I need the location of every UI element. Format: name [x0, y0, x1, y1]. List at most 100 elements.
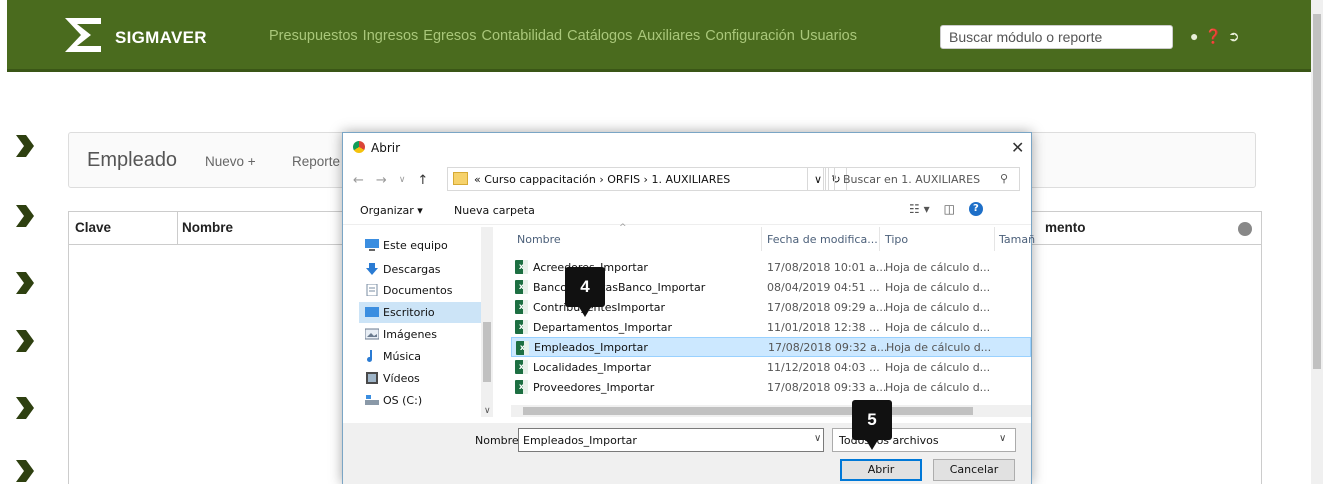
- organize-button[interactable]: Organizar ▾: [360, 204, 423, 217]
- report-button[interactable]: Reporte: [292, 154, 340, 169]
- app-logo-text[interactable]: SIGMAVER: [115, 28, 207, 48]
- module-search-input[interactable]: Buscar módulo o reporte: [940, 25, 1173, 49]
- nav-catalogos[interactable]: Catálogos: [567, 28, 632, 44]
- nav-auxiliares[interactable]: Auxiliares: [637, 28, 700, 44]
- preview-pane-icon[interactable]: ◫: [944, 202, 955, 216]
- nav-pane-scroll-down-icon[interactable]: ∨: [484, 406, 491, 416]
- close-icon[interactable]: ✕: [1011, 138, 1024, 157]
- scrollbar-thumb[interactable]: [483, 322, 491, 382]
- main-nav: Presupuestos Ingresos Egresos Contabilid…: [269, 28, 857, 44]
- help-icon[interactable]: ?: [968, 202, 983, 216]
- col-type-header[interactable]: Tipo: [885, 233, 908, 246]
- nav-icons: ● ❓ ➲: [1190, 28, 1240, 45]
- view-options-icon[interactable]: ☷ ▾: [909, 202, 930, 216]
- nav-ingresos[interactable]: Ingresos: [363, 28, 419, 44]
- nav-usuarios[interactable]: Usuarios: [800, 28, 857, 44]
- chevron-right-icon[interactable]: [12, 133, 36, 159]
- col-name-header[interactable]: Nombre: [517, 233, 561, 246]
- excel-file-icon: x: [515, 360, 528, 374]
- search-icon[interactable]: ⚲: [1000, 172, 1008, 185]
- excel-file-icon: x: [515, 280, 528, 294]
- cancel-button[interactable]: Cancelar: [933, 459, 1015, 481]
- new-folder-button[interactable]: Nueva carpeta: [454, 204, 535, 217]
- chevron-right-icon[interactable]: [12, 270, 36, 296]
- nav-presupuestos[interactable]: Presupuestos: [269, 28, 358, 44]
- excel-file-icon: x: [515, 260, 528, 274]
- back-arrow-icon[interactable]: ←: [353, 173, 364, 188]
- nav-configuracion[interactable]: Configuración: [705, 28, 794, 44]
- address-navigation: ← → ∨ ↑: [353, 173, 428, 188]
- open-button[interactable]: Abrir: [840, 459, 922, 481]
- excel-file-icon: x: [515, 380, 528, 394]
- logout-icon[interactable]: ➲: [1228, 28, 1240, 45]
- nav-documents[interactable]: Documentos: [359, 280, 483, 301]
- file-list-hscrollbar[interactable]: [511, 405, 1031, 417]
- scrollbar-thumb[interactable]: [1313, 14, 1321, 369]
- nav-contabilidad[interactable]: Contabilidad: [482, 28, 563, 44]
- excel-file-icon: x: [516, 341, 529, 355]
- col-nombre[interactable]: Nombre: [182, 220, 233, 235]
- file-row-selected[interactable]: x Empleados_Importar 17/08/2018 09:32 a.…: [511, 337, 1031, 357]
- nav-music[interactable]: Música: [359, 346, 483, 367]
- forward-arrow-icon[interactable]: →: [376, 173, 387, 188]
- chevron-right-icon[interactable]: [12, 328, 36, 354]
- file-date: 08/04/2019 04:51 ...: [767, 281, 880, 294]
- pictures-icon: [365, 328, 379, 340]
- file-type: Hoja de cálculo d...: [885, 381, 991, 394]
- dialog-toolbar: Organizar ▾ Nueva carpeta ☷ ▾ ◫ ?: [343, 197, 1031, 225]
- document-icon: [366, 284, 378, 296]
- nav-item-label: Escritorio: [383, 306, 435, 319]
- file-date: 17/08/2018 09:32 a...: [768, 341, 888, 354]
- chevron-down-icon[interactable]: ∨: [999, 433, 1006, 444]
- nav-this-pc[interactable]: Este equipo: [359, 235, 483, 256]
- nav-pane-scrollbar[interactable]: [481, 227, 493, 417]
- scrollbar-thumb[interactable]: [523, 407, 973, 415]
- video-icon: [366, 372, 378, 384]
- dialog-title: Abrir: [371, 141, 401, 155]
- page-title: Empleado: [87, 149, 178, 171]
- recent-dropdown-icon[interactable]: ∨: [399, 173, 406, 188]
- sort-icon[interactable]: [1238, 222, 1252, 236]
- col-clave[interactable]: Clave: [75, 220, 111, 235]
- navigation-pane: Este equipo Descargas Documentos Escrito…: [359, 227, 483, 417]
- folder-search-input[interactable]: Buscar en 1. AUXILIARES ⚲: [834, 167, 1020, 191]
- col-date-header[interactable]: Fecha de modifica...: [767, 233, 878, 246]
- column-divider: [994, 227, 995, 251]
- chevron-down-icon[interactable]: ∨: [814, 433, 821, 444]
- nav-downloads[interactable]: Descargas: [359, 259, 483, 280]
- nav-pictures[interactable]: Imágenes: [359, 324, 483, 345]
- filename-label: Nombre:: [475, 434, 523, 447]
- new-button[interactable]: Nuevo +: [205, 154, 256, 169]
- computer-icon: [365, 239, 379, 251]
- folder-search-placeholder: Buscar en 1. AUXILIARES: [843, 173, 981, 186]
- file-row[interactable]: x Departamentos_Importar 11/01/2018 12:3…: [511, 317, 1031, 337]
- nav-item-label: Imágenes: [383, 328, 437, 341]
- excel-file-icon: x: [515, 320, 528, 334]
- chevron-right-icon[interactable]: [12, 458, 36, 484]
- column-divider: [177, 212, 178, 245]
- help-icon[interactable]: ❓: [1204, 28, 1221, 45]
- file-type: Hoja de cálculo d...: [886, 341, 992, 354]
- address-bar[interactable]: « Curso cappacitación › ORFIS › 1. AUXIL…: [447, 167, 824, 191]
- file-row[interactable]: x Localidades_Importar 11/12/2018 04:03 …: [511, 357, 1031, 377]
- nav-videos[interactable]: Vídeos: [359, 368, 483, 389]
- chevron-right-icon[interactable]: [12, 203, 36, 229]
- drive-icon: [365, 395, 379, 405]
- filename-input[interactable]: Empleados_Importar ∨: [518, 428, 824, 452]
- nav-egresos[interactable]: Egresos: [423, 28, 476, 44]
- up-arrow-icon[interactable]: ↑: [417, 173, 428, 188]
- dialog-footer: Nombre: Empleados_Importar ∨ Todos los a…: [343, 423, 1031, 484]
- user-icon[interactable]: ●: [1190, 28, 1198, 45]
- file-name: Departamentos_Importar: [533, 321, 673, 334]
- chevron-right-icon[interactable]: [12, 395, 36, 421]
- nav-item-label: OS (C:): [383, 394, 423, 407]
- col-size-header[interactable]: Tamañ: [999, 233, 1035, 246]
- nav-desktop[interactable]: Escritorio: [359, 302, 483, 323]
- step-marker-4: 4: [565, 267, 605, 317]
- page-scrollbar[interactable]: [1311, 0, 1323, 484]
- nav-item-label: Documentos: [383, 284, 453, 297]
- nav-drive-c[interactable]: OS (C:): [359, 390, 483, 411]
- file-name: BancosCuentasBanco_Importar: [533, 281, 706, 294]
- file-row[interactable]: x Proveedores_Importar 17/08/2018 09:33 …: [511, 377, 1031, 397]
- col-departamento[interactable]: mento: [1045, 220, 1086, 235]
